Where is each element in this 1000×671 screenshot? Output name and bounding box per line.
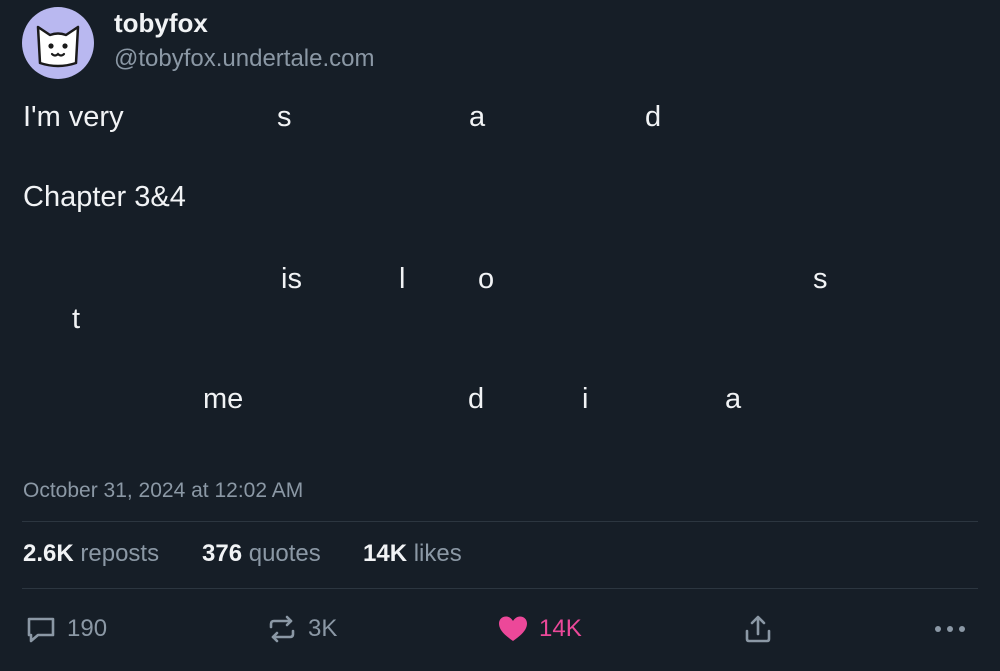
avatar[interactable]	[22, 7, 94, 79]
post-word: s	[277, 101, 292, 133]
post-word: i	[582, 383, 589, 415]
quotes-count: 376	[202, 540, 243, 567]
divider	[22, 521, 978, 522]
post-word: Chapter 3&4	[23, 181, 186, 213]
quotes-stat[interactable]: 376 quotes	[202, 540, 321, 568]
divider	[22, 588, 978, 589]
likes-label: likes	[413, 540, 462, 567]
share-icon	[745, 615, 771, 643]
likes-stat[interactable]: 14K likes	[363, 540, 462, 568]
post-word: a	[725, 383, 742, 415]
more-options-icon	[935, 626, 965, 632]
share-button[interactable]	[742, 609, 774, 649]
post-word: o	[478, 263, 495, 295]
post-word: d	[468, 383, 485, 415]
reposts-stat[interactable]: 2.6K reposts	[23, 540, 159, 568]
reposts-label: reposts	[80, 540, 160, 567]
post-word: me	[203, 383, 244, 415]
like-count: 14K	[539, 615, 582, 642]
author-display-name[interactable]: tobyfox	[114, 8, 208, 39]
post-word: I'm very	[23, 101, 124, 133]
post-word: is	[281, 263, 302, 295]
reply-count: 190	[67, 615, 108, 642]
repost-icon	[269, 615, 295, 643]
post-timestamp[interactable]: October 31, 2024 at 12:02 AM	[23, 479, 303, 503]
reposts-count: 2.6K	[23, 540, 74, 567]
post-word: s	[813, 263, 828, 295]
reply-button[interactable]: 190	[25, 609, 107, 649]
repost-button[interactable]: 3K	[266, 609, 337, 649]
author-handle[interactable]: @tobyfox.undertale.com	[114, 45, 375, 73]
like-button[interactable]: 14K	[497, 609, 582, 649]
repost-count: 3K	[308, 615, 338, 642]
post-word: l	[399, 263, 406, 295]
likes-count: 14K	[363, 540, 408, 567]
heart-icon	[499, 616, 527, 641]
reply-icon	[27, 617, 55, 643]
post-word: a	[469, 101, 486, 133]
post-word: t	[72, 303, 81, 335]
cat-face-icon	[36, 25, 80, 68]
post-word: d	[645, 101, 662, 133]
more-options-button[interactable]	[930, 612, 970, 646]
quotes-label: quotes	[248, 540, 321, 567]
